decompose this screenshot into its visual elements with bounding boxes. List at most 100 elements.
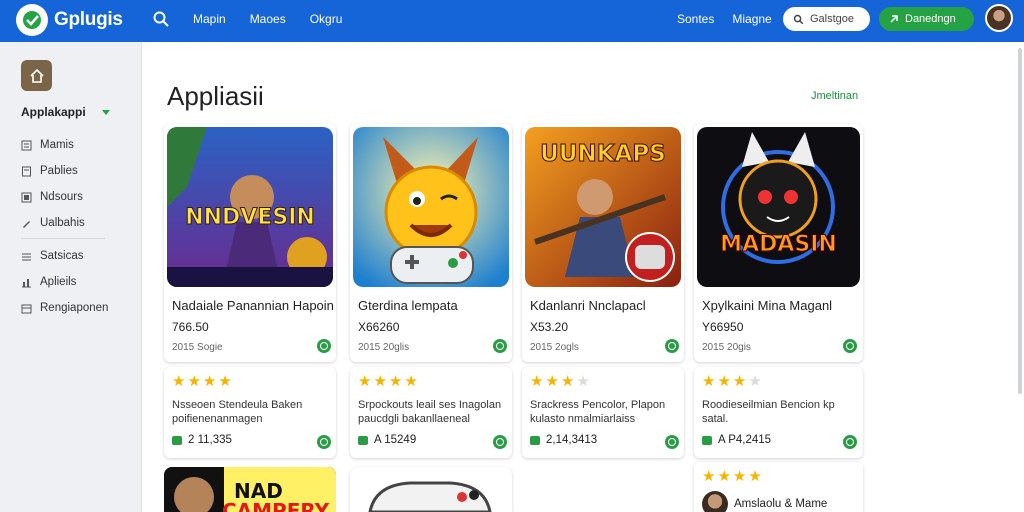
- install-icon[interactable]: [665, 339, 679, 353]
- sidebar-item[interactable]: Rengiaponen: [21, 295, 131, 321]
- star-rating: ★ ★ ★ ★: [702, 468, 762, 485]
- review-count: 2,14,3413: [530, 434, 597, 446]
- app-price: X53.20: [530, 320, 569, 334]
- page-icon: [22, 166, 31, 176]
- app-meta: 2015 20gis: [702, 342, 751, 353]
- app-card[interactable]: UUNKAPS Kdanlanri Nnclapacl X53.20 2015 …: [522, 124, 684, 362]
- avatar: [702, 491, 728, 512]
- install-icon[interactable]: [317, 435, 331, 449]
- gamepad-icon: [368, 481, 492, 512]
- star-rating: ★ ★ ★ ★: [172, 373, 232, 390]
- app-artwork: MADASIN: [697, 127, 860, 287]
- app-art-title: NNDVESIN: [185, 205, 316, 231]
- review-count: 2 11,335: [172, 434, 232, 446]
- nav-link[interactable]: Sontes: [677, 12, 714, 26]
- app-title: Nadaiale Panannian Hapoin: [172, 298, 334, 313]
- app-meta: 2015 2ogls: [530, 342, 579, 353]
- home-button[interactable]: [21, 60, 52, 91]
- sidebar-list: Mamis Pablies Ndsours Ualbahis Satsicas …: [21, 132, 131, 321]
- search-icon: [793, 14, 804, 24]
- app-title: Gterdina lempata: [358, 298, 458, 313]
- brand-logo[interactable]: Gplugis: [16, 4, 123, 36]
- app-title: Kdanlanri Nnclapacl: [530, 298, 646, 313]
- sidebar-item[interactable]: Ndsours: [21, 184, 131, 210]
- brand-name: Gplugis: [54, 9, 123, 30]
- review-card[interactable]: ★ ★ ★ ★ Nsseoen Stendeula Baken poifienenan…: [164, 367, 336, 458]
- nav-link[interactable]: Maoes: [250, 12, 286, 26]
- list-icon: [21, 140, 32, 150]
- chevron-down-icon: [101, 109, 110, 115]
- sidebar-item-label: Ndsours: [40, 191, 83, 203]
- app-artwork: NNDVESIN: [167, 127, 333, 287]
- sidebar-section-toggle[interactable]: Applakappi: [21, 105, 110, 119]
- box-icon: [21, 304, 32, 313]
- review-count: A P4,2415: [702, 434, 771, 446]
- primary-action-button[interactable]: Danedngn: [879, 7, 974, 31]
- sidebar-item-label: Satsicas: [40, 250, 84, 262]
- sidebar-item-label: Pablies: [40, 165, 78, 177]
- search-pill-button[interactable]: Galstgoe: [783, 7, 870, 31]
- list-icon: [22, 253, 31, 260]
- sidebar-item-label: Mamis: [40, 139, 74, 151]
- app-art-title: UUNKAPS: [540, 141, 667, 168]
- sidebar-item[interactable]: Mamis: [21, 132, 131, 158]
- star-rating: ★ ★ ★ ★: [358, 373, 418, 390]
- app-price: X66260: [358, 320, 400, 334]
- app-art-title: MADASIN: [720, 232, 838, 258]
- thumbs-up-icon: [530, 435, 540, 445]
- install-icon[interactable]: [317, 339, 331, 353]
- sidebar-item-label: Ualbahis: [40, 217, 85, 229]
- review-text: Roodieseilmian Bencion kp satal.: [702, 399, 835, 425]
- nav-link[interactable]: Miagne: [732, 12, 771, 26]
- thumbs-up-icon: [358, 435, 368, 445]
- primary-action-label: Danedngn: [905, 13, 956, 25]
- review-card[interactable]: ★ ★ ★ ★ Srackress Pencolor, Plapon kulasto …: [522, 367, 684, 458]
- install-icon[interactable]: [665, 435, 679, 449]
- install-icon[interactable]: [493, 435, 507, 449]
- user-avatar[interactable]: [985, 4, 1013, 32]
- app-card[interactable]: Gterdina lempata X66260 2015 20glis: [350, 124, 512, 362]
- nav-link[interactable]: Mapin: [193, 12, 226, 26]
- sidebar-divider: [21, 238, 105, 239]
- logo-icon: [16, 4, 48, 36]
- top-nav: Mapin Maoes Okgru: [193, 12, 342, 26]
- sidebar-item[interactable]: Ualbahis: [21, 210, 131, 236]
- install-icon[interactable]: [843, 339, 857, 353]
- app-meta: 2015 20glis: [358, 342, 410, 353]
- app-card[interactable]: [350, 467, 512, 512]
- review-count-value: 2,14,3413: [546, 434, 598, 446]
- review-text: Srackress Pencolor, Plapon kulasto nmalm…: [530, 399, 666, 425]
- review-card[interactable]: ★ ★ ★ ★ Srpockouts leail ses Inagolan paucd…: [350, 367, 512, 458]
- reviewer-name: Amslaolu & Mame: [734, 498, 828, 510]
- app-card[interactable]: NNDVESIN Nadaiale Panannian Hapoin 766.5…: [164, 124, 336, 362]
- app-card[interactable]: MADASIN Xpylkaini Mina Maganl Y66950 201…: [694, 124, 863, 362]
- app-artwork: [353, 127, 509, 287]
- review-text: Nsseoen Stendeula Baken poifienenanmagen: [172, 399, 303, 425]
- app-title: Xpylkaini Mina Maganl: [702, 298, 833, 313]
- home-icon: [29, 68, 44, 83]
- review-card[interactable]: ★ ★ ★ ★ Roodieseilmian Bencion kp satal. A …: [694, 367, 863, 458]
- review-card[interactable]: ★ ★ ★ ★ Amslaolu & Mame: [694, 462, 863, 512]
- nav-link[interactable]: Okgru: [310, 12, 343, 26]
- search-icon[interactable]: [152, 10, 170, 28]
- star-rating: ★ ★ ★ ★: [702, 373, 762, 390]
- sidebar-item[interactable]: Aplieils: [21, 269, 131, 295]
- sidebar-item[interactable]: Satsicas: [21, 243, 131, 269]
- app-price: Y66950: [702, 320, 744, 334]
- app-artwork: UUNKAPS: [525, 127, 681, 287]
- sidebar-item-label: Aplieils: [40, 276, 77, 288]
- review-count-value: 2 11,335: [188, 434, 232, 446]
- review-count-value: A P4,2415: [718, 434, 772, 446]
- main-content: Appliasii Jmeltinan NNDVESIN Nadaiale Pa…: [142, 42, 1024, 512]
- sidebar-item[interactable]: Pablies: [21, 158, 131, 184]
- install-icon[interactable]: [843, 435, 857, 449]
- install-icon[interactable]: [493, 339, 507, 353]
- view-all-link[interactable]: Jmeltinan: [811, 90, 858, 102]
- scrollbar[interactable]: [1018, 48, 1022, 394]
- review-count-value: A 15249: [374, 434, 417, 446]
- app-meta: 2015 Sogie: [172, 342, 223, 353]
- app-card[interactable]: NAD CAMPERY: [164, 467, 336, 512]
- review-count: A 15249: [358, 434, 416, 446]
- review-text: Srpockouts leail ses Inagolan paucdgli b…: [358, 399, 502, 425]
- thumbs-up-icon: [702, 435, 712, 445]
